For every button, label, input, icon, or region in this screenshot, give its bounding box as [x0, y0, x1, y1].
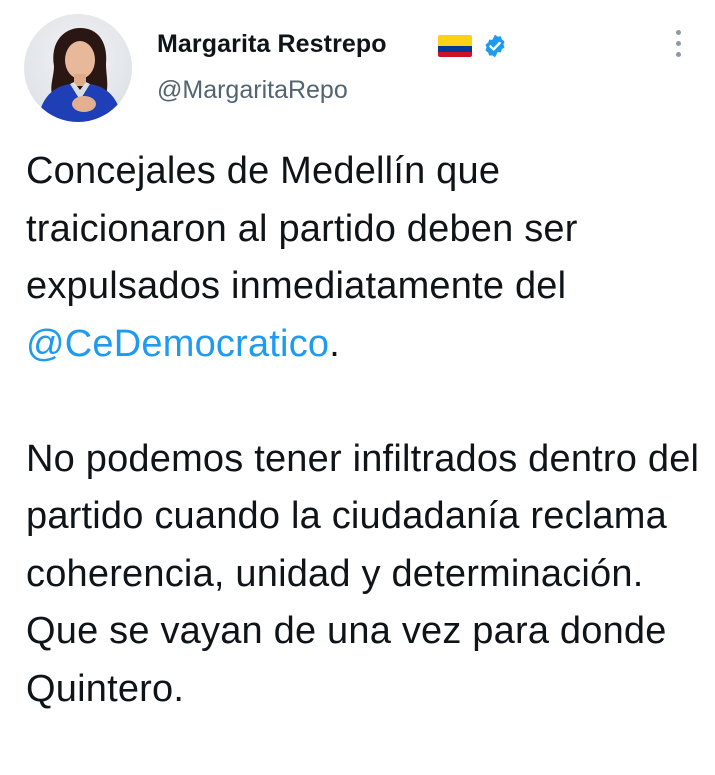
- tweet-paragraph-1: Concejales de Medellín que traicionaron …: [26, 143, 706, 373]
- tweet-text-part: Concejales de Medellín que traicionaron …: [26, 150, 578, 307]
- tweet-paragraph-2: No podemos tener infiltrados dentro del …: [26, 437, 700, 710]
- tweet-text-part: .: [329, 322, 341, 365]
- tweet-text: Concejales de Medellín que traicionaron …: [26, 143, 706, 718]
- more-options-icon[interactable]: [672, 30, 684, 62]
- profile-photo-icon: [38, 28, 122, 122]
- avatar[interactable]: [24, 14, 132, 122]
- tweet-header: Margarita Restrepo @MargaritaRepo: [0, 0, 715, 130]
- mention-link[interactable]: @CeDemocratico: [26, 323, 329, 365]
- user-handle[interactable]: @MargaritaRepo: [157, 76, 348, 105]
- colombia-flag-icon: [438, 35, 472, 57]
- display-name[interactable]: Margarita Restrepo: [157, 30, 387, 59]
- verified-badge-icon: [485, 34, 505, 58]
